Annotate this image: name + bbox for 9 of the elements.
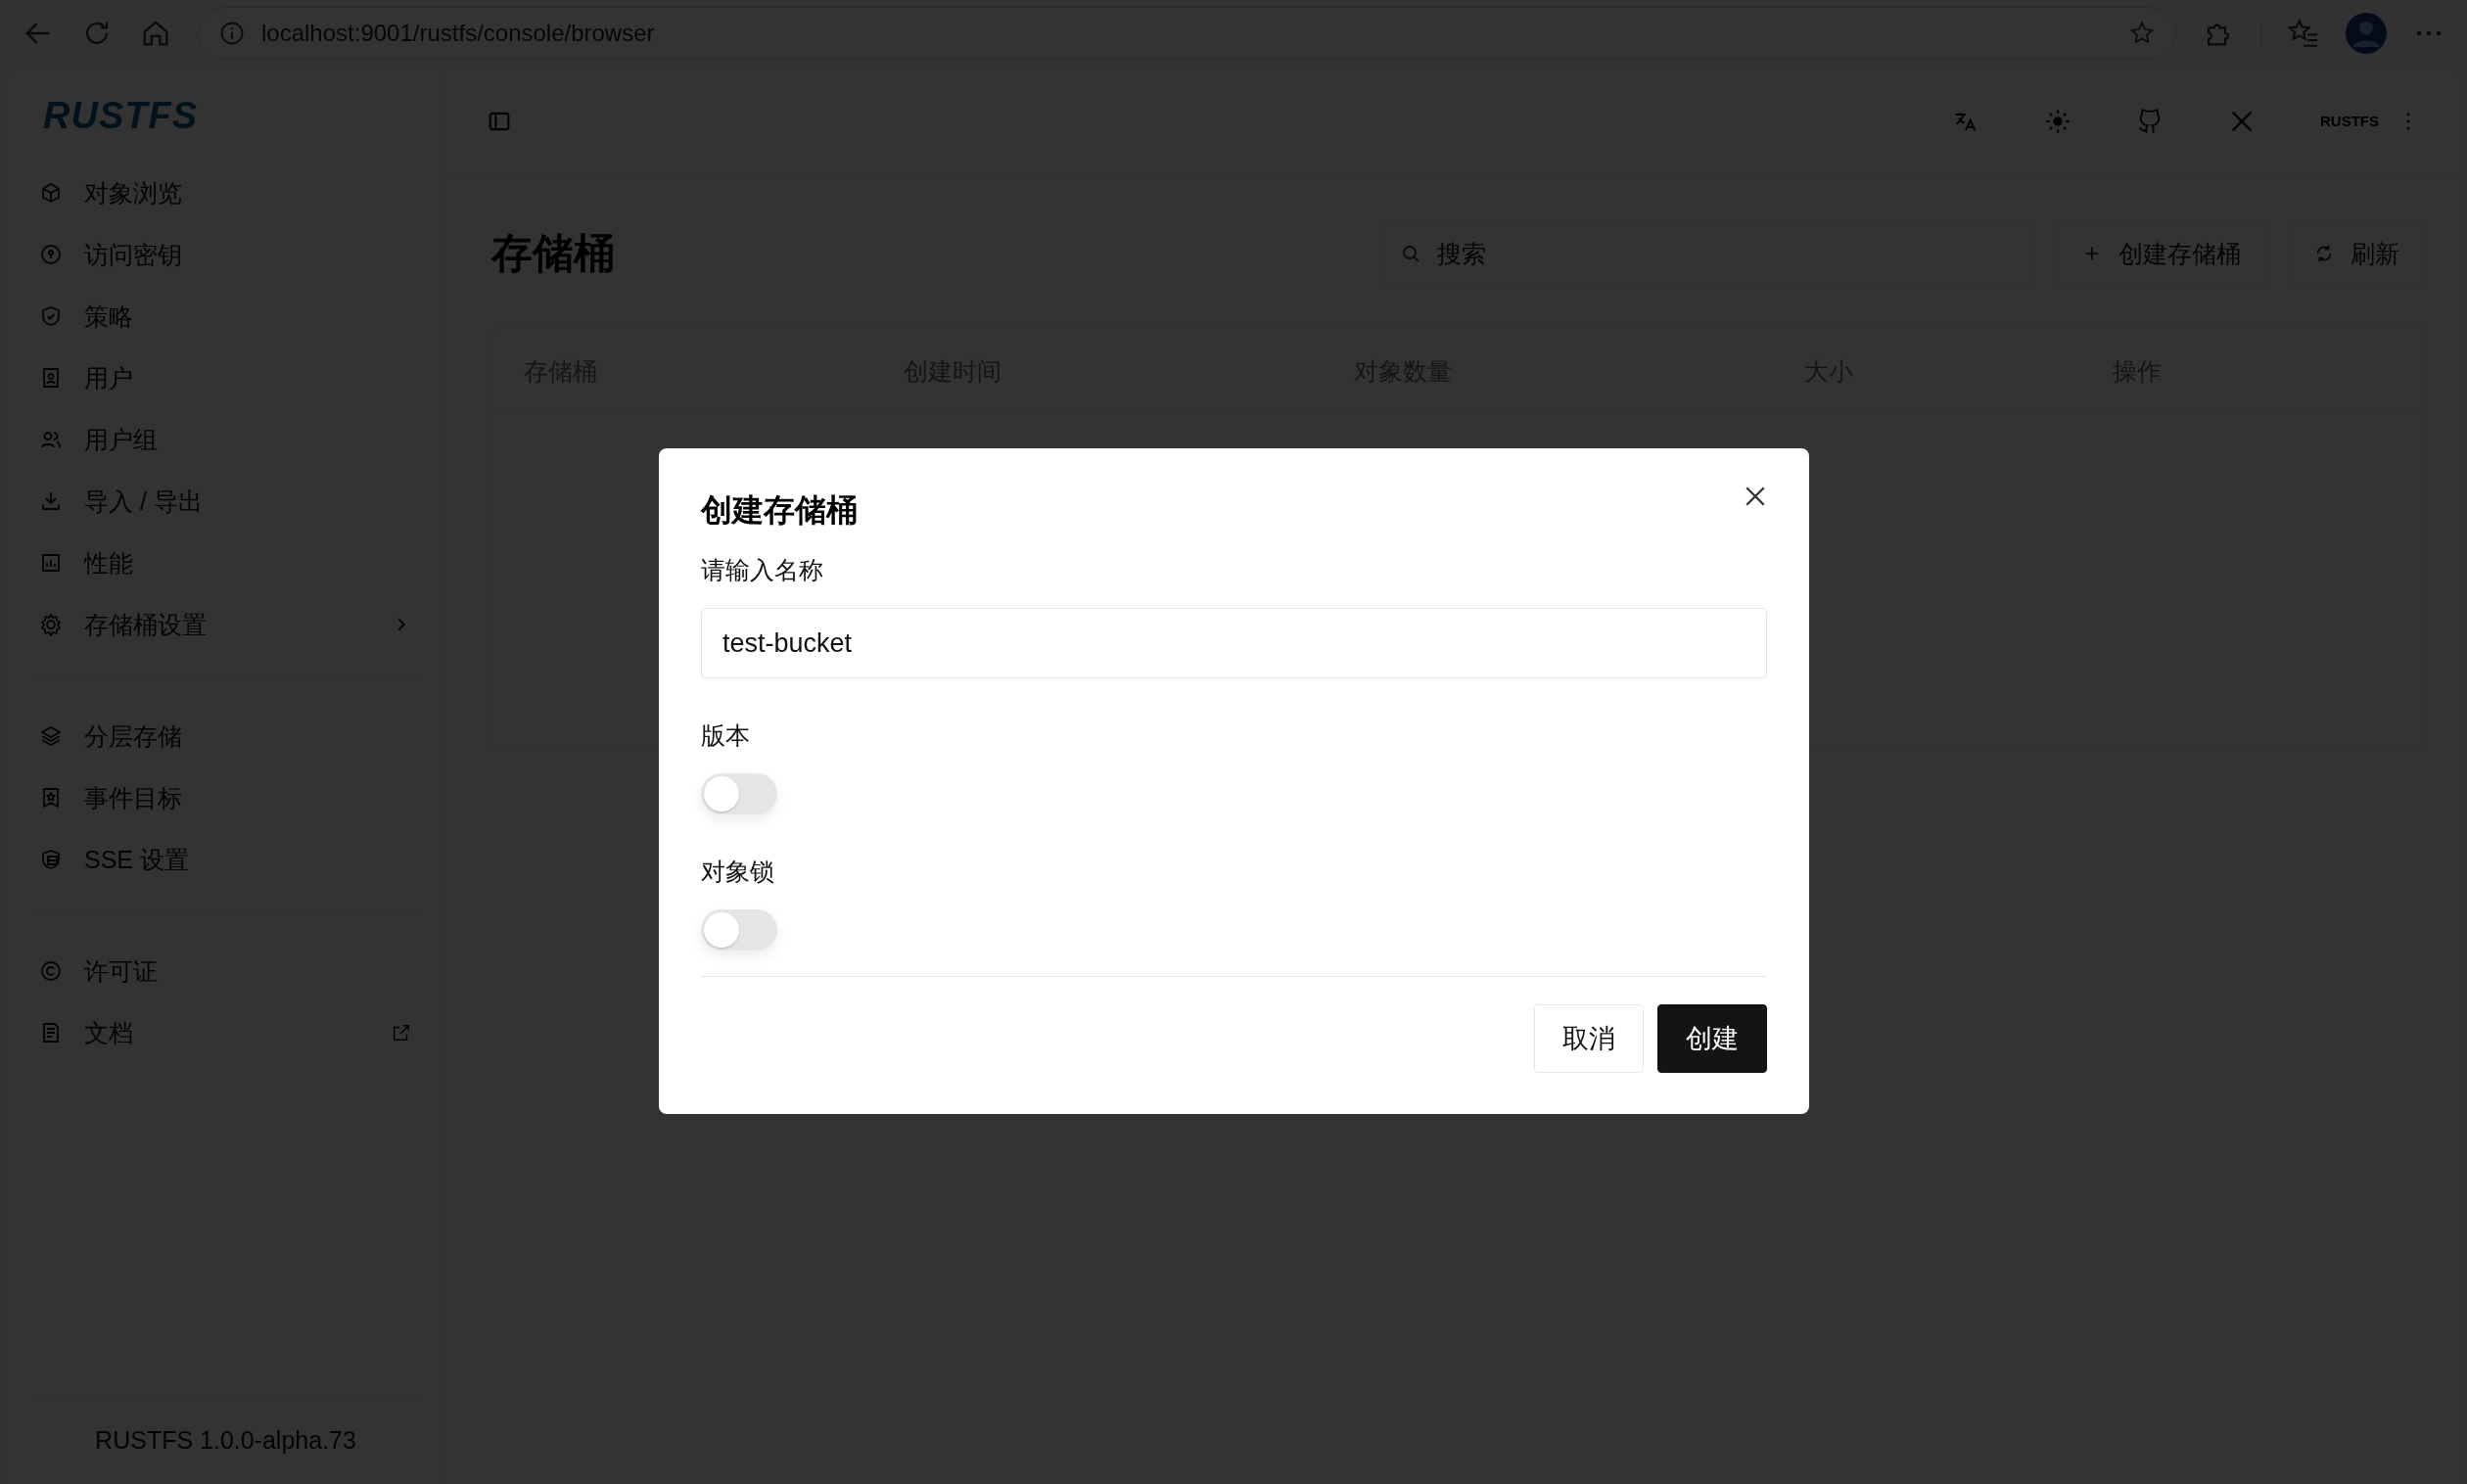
switch-label: 版本 (701, 720, 751, 751)
dialog-title: 创建存储桶 (701, 491, 858, 530)
field-label: 请输入名称 (701, 555, 824, 585)
toggle-switch[interactable] (701, 909, 777, 951)
create-button[interactable]: 创建 (1657, 1004, 1767, 1073)
cancel-button[interactable]: 取消 (1534, 1004, 1644, 1073)
name-input[interactable]: test-bucket (701, 608, 1767, 678)
switch-label: 对象锁 (701, 857, 775, 887)
toggle-switch[interactable] (701, 773, 777, 814)
